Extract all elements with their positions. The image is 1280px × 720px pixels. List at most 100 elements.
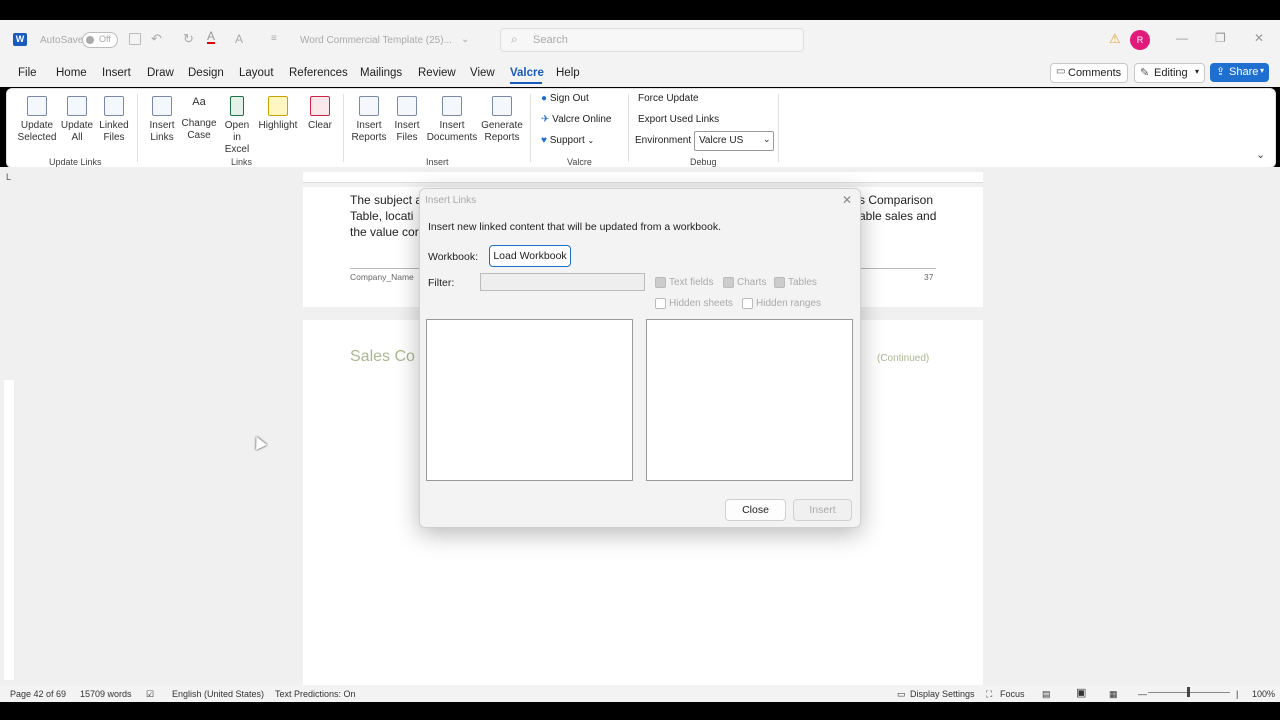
workbook-label: Workbook: [428, 251, 478, 263]
menu-valcre[interactable]: Valcre [510, 67, 544, 79]
font-color-icon[interactable]: A [207, 30, 216, 44]
redo-icon[interactable]: ↻ [183, 31, 194, 47]
highlighter-icon [268, 96, 288, 116]
change-case-button[interactable]: Aa Change Case [180, 96, 218, 142]
title-dropdown-icon[interactable]: ⌄ [461, 34, 469, 45]
menu-draw[interactable]: Draw [147, 67, 174, 79]
item-list[interactable] [646, 319, 853, 481]
autosave-knob [86, 36, 94, 44]
close-button[interactable]: Close [725, 499, 786, 521]
charts-checkbox[interactable]: Charts [723, 277, 766, 288]
menu-mailings[interactable]: Mailings [360, 67, 402, 79]
update-selected-label: Update Selected [17, 120, 57, 143]
linked-file-icon [104, 96, 124, 116]
text-effects-icon[interactable]: A [235, 32, 243, 46]
menu-home[interactable]: Home [56, 67, 87, 79]
charts-label: Charts [737, 277, 767, 289]
page-count[interactable]: Page 42 of 69 [10, 689, 66, 699]
dialog-description: Insert new linked content that will be u… [428, 221, 721, 233]
menu-help[interactable]: Help [556, 67, 580, 79]
document-title[interactable]: Word Commercial Template (25)... [300, 35, 452, 46]
insert-documents-button[interactable]: Insert Documents [426, 96, 478, 144]
proofing-icon[interactable]: ☑ [146, 689, 154, 700]
sign-out-button[interactable]: ● Sign Out [541, 93, 589, 104]
word-count[interactable]: 15709 words [80, 689, 132, 699]
text-fields-checkbox[interactable]: Text fields [655, 277, 713, 288]
user-icon: ● [541, 93, 548, 104]
text-fields-label: Text fields [669, 277, 714, 289]
update-selected-button[interactable]: Update Selected [16, 96, 58, 144]
insert-files-button[interactable]: Insert Files [390, 96, 424, 144]
insert-links-button[interactable]: Insert Links [145, 96, 179, 144]
horizontal-ruler[interactable] [303, 172, 983, 183]
force-update-button[interactable]: Force Update [638, 93, 699, 104]
insert-documents-label: Insert Documents [426, 120, 478, 143]
menu-design[interactable]: Design [188, 67, 224, 79]
group-update-links: Update Links [49, 157, 102, 167]
tables-label: Tables [788, 277, 817, 289]
autosave-toggle[interactable]: Off [82, 32, 118, 48]
hidden-sheets-checkbox[interactable]: Hidden sheets [655, 298, 733, 309]
dialog-close-icon[interactable]: ✕ [842, 193, 852, 207]
menu-insert[interactable]: Insert [102, 67, 131, 79]
support-label: Support [549, 135, 585, 146]
zoom-out-icon[interactable]: — [1138, 689, 1147, 699]
sheet-list[interactable] [426, 319, 633, 481]
zoom-in-icon[interactable]: | [1236, 689, 1238, 699]
clear-button[interactable]: Clear [304, 96, 336, 132]
insert-button[interactable]: Insert [793, 499, 852, 521]
update-all-button[interactable]: Update All [58, 96, 96, 144]
editing-mode-button[interactable]: ✎ Editing ▾ [1134, 63, 1205, 83]
share-button[interactable]: ⇪ Share ▾ [1210, 63, 1269, 82]
environment-select[interactable]: Valcre US ⌄ [694, 131, 774, 151]
save-icon[interactable] [129, 33, 141, 45]
vertical-ruler[interactable] [4, 380, 14, 680]
avatar[interactable]: R [1130, 30, 1150, 50]
display-settings[interactable]: Display Settings [910, 689, 975, 699]
tables-checkbox[interactable]: Tables [774, 277, 817, 288]
hidden-ranges-label: Hidden ranges [756, 298, 822, 310]
menu-layout[interactable]: Layout [239, 67, 274, 79]
close-window-icon[interactable]: ✕ [1254, 31, 1264, 45]
insert-reports-button[interactable]: Insert Reports [350, 96, 388, 144]
menu-references[interactable]: References [289, 67, 348, 79]
menu-file[interactable]: File [18, 67, 37, 79]
load-workbook-button[interactable]: Load Workbook [489, 245, 571, 267]
undo-icon[interactable]: ↶ [151, 31, 162, 47]
display-settings-icon: ▭ [897, 689, 906, 699]
hidden-ranges-checkbox[interactable]: Hidden ranges [742, 298, 821, 309]
zoom-level[interactable]: 100% [1252, 689, 1275, 699]
menu-view[interactable]: View [470, 67, 495, 79]
autosave-state: Off [99, 34, 111, 44]
linked-files-button[interactable]: Linked Files [96, 96, 132, 144]
collapse-ribbon-icon[interactable]: ⌄ [1256, 148, 1265, 161]
filter-input[interactable] [480, 273, 645, 291]
open-in-excel-button[interactable]: Open in Excel [220, 96, 254, 156]
search-box[interactable]: ⌕ Search [500, 28, 804, 52]
insert-links-label: Insert Links [149, 120, 175, 143]
continued-label: (Continued) [877, 353, 930, 364]
support-dropdown[interactable]: ♥ Support ⌄ [541, 135, 594, 146]
language[interactable]: English (United States) [172, 689, 264, 699]
print-layout-icon[interactable]: ▣ [1076, 686, 1086, 699]
screen-top-border [0, 0, 1280, 20]
minimize-icon[interactable]: — [1176, 31, 1188, 45]
focus-mode[interactable]: Focus [1000, 689, 1025, 699]
clear-label: Clear [308, 120, 332, 131]
generate-report-icon [492, 96, 512, 116]
warning-icon[interactable]: ⚠ [1109, 31, 1121, 47]
footer-page-number: 37 [924, 272, 934, 282]
export-used-links-button[interactable]: Export Used Links [638, 114, 719, 125]
highlight-button[interactable]: Highlight [256, 96, 300, 132]
valcre-online-button[interactable]: ✈ Valcre Online [541, 114, 611, 125]
customize-qat-icon[interactable]: ≡ [271, 33, 277, 44]
comments-button[interactable]: ▭ Comments [1050, 63, 1128, 83]
tab-selector-icon[interactable]: L [6, 172, 11, 182]
zoom-slider-thumb[interactable] [1187, 687, 1190, 697]
restore-icon[interactable]: ❐ [1215, 31, 1226, 45]
text-predictions[interactable]: Text Predictions: On [275, 689, 356, 699]
menu-review[interactable]: Review [418, 67, 456, 79]
web-layout-icon[interactable]: ▦ [1109, 689, 1118, 700]
read-mode-icon[interactable]: ▤ [1042, 689, 1051, 700]
generate-reports-button[interactable]: Generate Reports [480, 96, 524, 144]
